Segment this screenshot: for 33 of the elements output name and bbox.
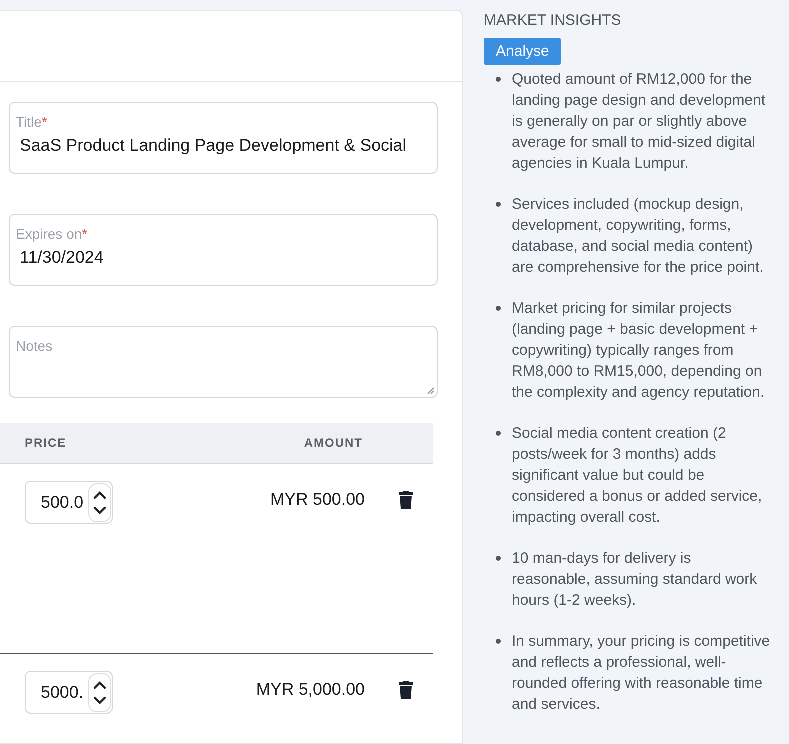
column-header: AMOUNT	[304, 436, 363, 450]
field-value: SaaS Product Landing Page Development & Social	[19, 136, 408, 156]
required-mark: *	[42, 114, 48, 130]
insight-text: Social media content creation (2 posts/week for 3 months) adds significant value but could be considered a bonus or added service, impacting overall cost.	[512, 424, 764, 528]
bullet-icon	[496, 202, 501, 207]
bullet-icon	[496, 77, 501, 82]
field-label: Notes	[16, 338, 54, 354]
insight-text: In summary, your pricing is competitive and reflects a professional, well-rounded offering with reasonable time and services.	[512, 632, 771, 715]
text-field[interactable]: Title* SaaS Product Landing Page Development & Social	[9, 102, 438, 174]
amount-text: MYR 5,000.00	[256, 679, 365, 700]
field-value: 11/30/2024	[19, 248, 105, 268]
insight-text: Market pricing for similar projects (landing page + basic development + copywriting) typically ranges from RM8,000 to RM15,000, depending on the complexity and agency reputation.	[512, 299, 766, 403]
insight-text: Quoted amount of RM12,000 for the landing page design and development is generally on par or slightly above average for small to mid-sized digital agencies in Kuala Lumpur.	[512, 70, 767, 174]
insight-text: 10 man-days for delivery is reasonable, assuming standard work hours (1-2 weeks).	[512, 549, 758, 611]
required-mark: *	[82, 226, 88, 242]
resize-grip-icon[interactable]	[427, 387, 435, 395]
amount-text: MYR 500.00	[270, 489, 365, 510]
text-field[interactable]: Expires on* 11/30/2024	[9, 214, 438, 286]
bullet-icon	[496, 306, 501, 311]
bullet-icon	[496, 639, 501, 644]
price-input[interactable]: 500.0	[25, 481, 113, 524]
column-header: PRICE	[25, 436, 67, 450]
insight-text: Services included (mockup design, development, copywriting, forms, database, and social media content) are comprehensive for the price point.	[512, 195, 765, 278]
bullet-icon	[496, 431, 501, 436]
bullet-icon	[496, 556, 501, 561]
stepper-icon[interactable]	[88, 483, 112, 523]
trash-icon[interactable]	[399, 681, 413, 699]
field-label: Expires on*	[16, 226, 89, 242]
field-label: Title*	[16, 114, 48, 130]
trash-icon[interactable]	[399, 491, 413, 509]
section-title: MARKET INSIGHTS	[484, 12, 622, 29]
price-input[interactable]: 5000.	[25, 671, 113, 714]
stepper-icon[interactable]	[88, 673, 112, 713]
